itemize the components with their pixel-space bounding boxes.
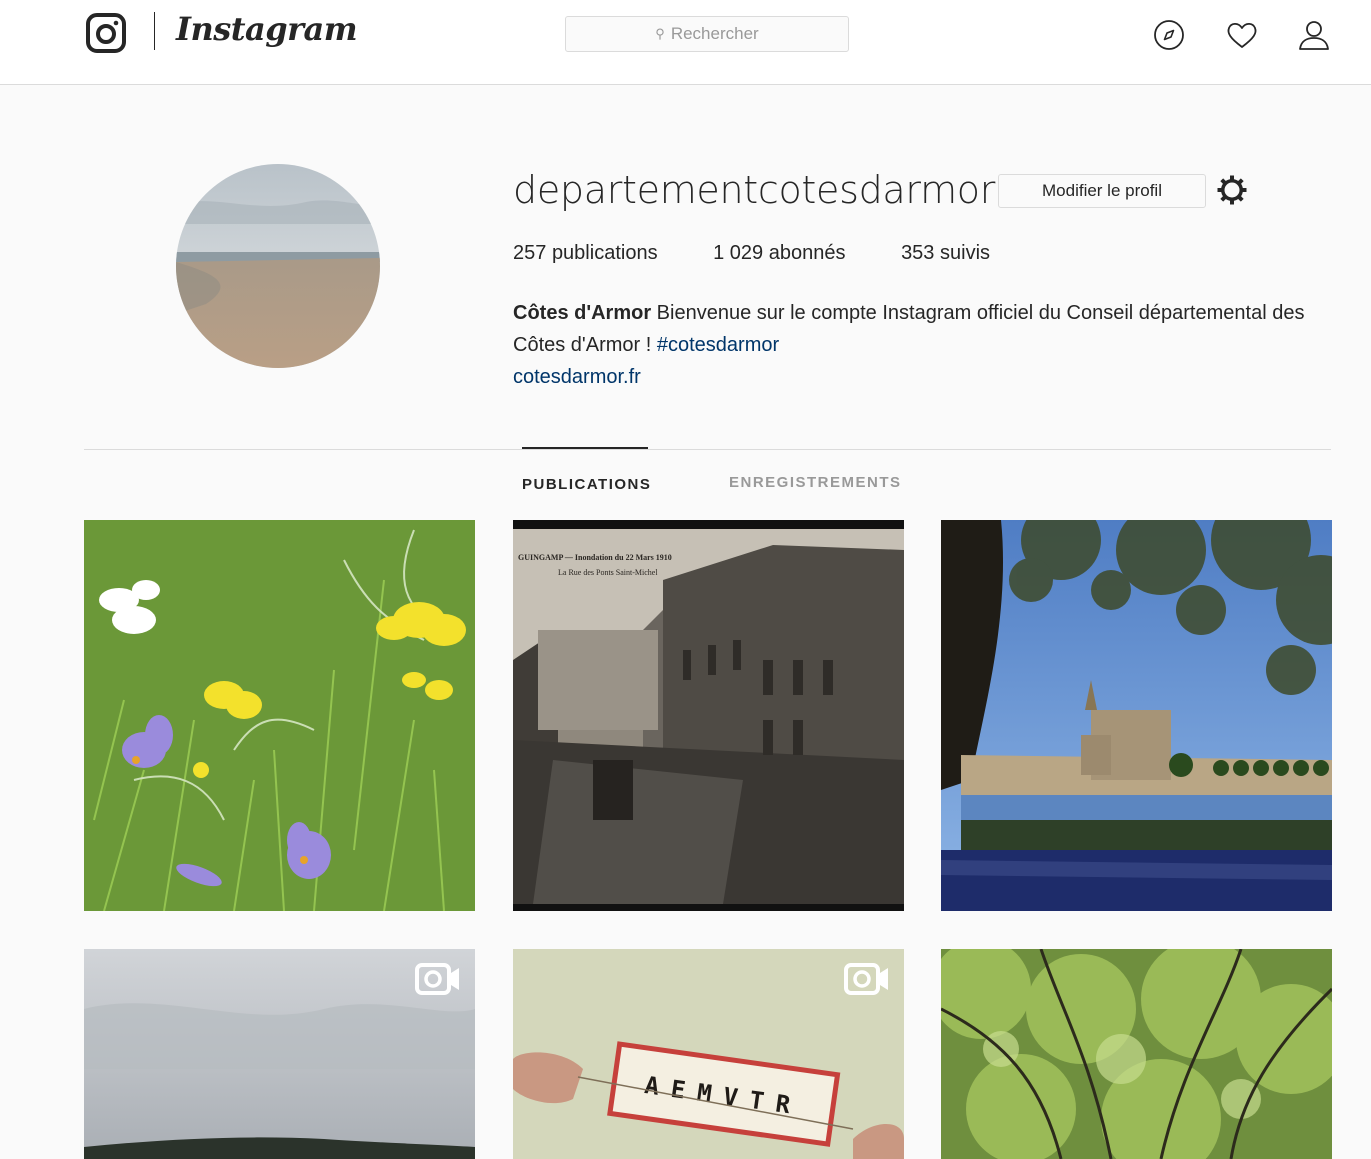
avatar-beach-image [176,164,380,368]
video-camera-icon [415,963,459,995]
post-image-postcard: GUINGAMP — Inondation du 22 Mars 1910 La… [513,520,904,911]
post-thumbnail[interactable] [941,520,1332,911]
post-image-forest-canopy [941,949,1332,1159]
compass-icon[interactable] [1152,18,1186,52]
post-thumbnail[interactable] [941,949,1332,1159]
post-thumbnail[interactable] [84,949,475,1159]
followers-count[interactable]: 1 029 abonnés [713,242,845,264]
profile-full-name: Côtes d'Armor [513,302,652,324]
tabs-divider [84,449,1331,450]
tab-enregistrements[interactable]: ENREGISTREMENTS [729,474,902,491]
profile-website-link[interactable]: cotesdarmor.fr [513,361,1313,393]
post-thumbnail[interactable]: GUINGAMP — Inondation du 22 Mars 1910 La… [513,520,904,911]
nav-divider [154,12,155,50]
posts-count: 257 publications [513,242,658,264]
edit-profile-button[interactable]: Modifier le profil [998,174,1206,208]
instagram-logo-icon[interactable] [85,12,127,54]
postcard-caption-line2: La Rue des Ponts Saint-Michel [558,568,658,577]
post-image-crocus [84,520,475,911]
postcard-caption: GUINGAMP — Inondation du 22 Mars 1910 [518,553,672,562]
bio-hashtag-link[interactable]: #cotesdarmor [657,334,779,356]
person-icon[interactable] [1297,18,1331,52]
following-count[interactable]: 353 suivis [901,242,990,264]
post-thumbnail[interactable]: AEMVTR [513,949,904,1159]
profile-avatar[interactable] [176,164,380,368]
instagram-wordmark[interactable]: Instagram [176,10,358,48]
search-placeholder: Rechercher [670,24,759,43]
search-input[interactable]: ⚲ Rechercher [565,16,849,52]
profile-stats: 257 publications 1 029 abonnés 353 suivi… [513,242,1040,265]
profile-username: departementcotesdarmor [513,168,996,212]
video-camera-icon [844,963,888,995]
post-image-castle [941,520,1332,911]
search-icon: ⚲ [655,26,665,41]
heart-icon[interactable] [1225,18,1259,52]
tab-publications[interactable]: PUBLICATIONS [522,447,651,493]
top-navigation-bar: Instagram ⚲ Rechercher [0,0,1371,85]
profile-bio: Côtes d'Armor Bienvenue sur le compte In… [513,297,1313,393]
settings-gear-icon[interactable] [1216,174,1248,206]
post-thumbnail[interactable] [84,520,475,911]
